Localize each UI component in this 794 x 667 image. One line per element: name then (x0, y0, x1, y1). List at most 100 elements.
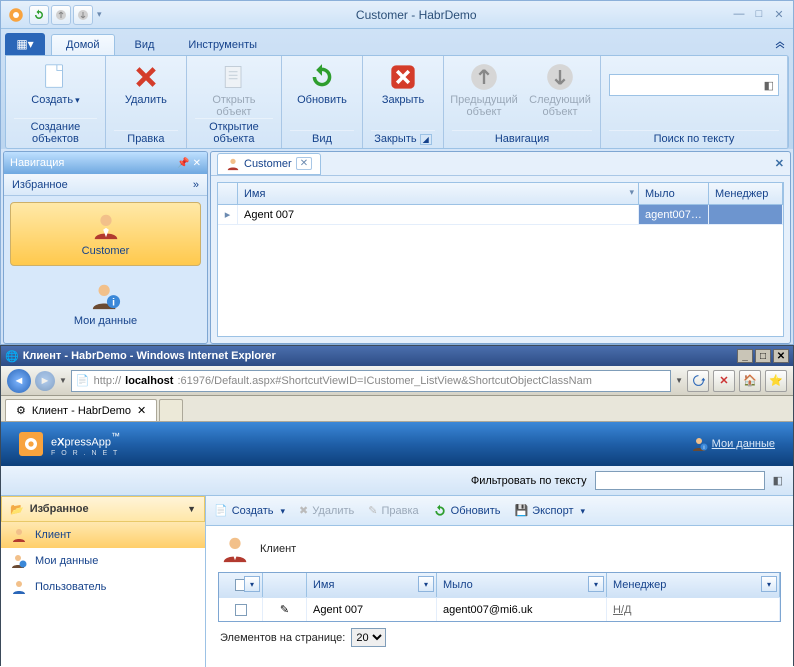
ie-tabstrip: ⚙ Клиент - HabrDemo ✕ (1, 396, 793, 422)
ie-close[interactable]: ✕ (773, 349, 789, 363)
filter-label: Фильтровать по тексту (471, 475, 587, 487)
arrow-down-icon (545, 62, 575, 92)
wcell-mail[interactable]: agent007@mi6.uk (437, 598, 607, 621)
web-page: eXpressApp™ F O R . N E T i Мои данные Ф… (1, 422, 793, 667)
next-object-button[interactable]: Следующий объект (528, 60, 592, 118)
pencil-grey-icon: ✎ (368, 504, 377, 517)
delete-x-icon (131, 62, 161, 92)
ie-address-input[interactable]: 📄 http://localhost:61976/Default.aspx#Sh… (71, 370, 671, 392)
ie-refresh[interactable] (687, 370, 709, 392)
person-info-small-icon (11, 553, 27, 569)
prev-object-button[interactable]: Предыдущий объект (452, 60, 516, 118)
window-title: Customer - HabrDemo (102, 8, 731, 22)
cell-mail[interactable]: agent007… (639, 205, 709, 224)
wcol-check[interactable]: ▾ (219, 573, 263, 597)
web-grid-row[interactable]: ✎ Agent 007 agent007@mi6.uk Н/Д (219, 597, 780, 621)
refresh-button[interactable]: Обновить (290, 60, 354, 106)
minimize-button[interactable]: — (731, 8, 747, 22)
ie-icon: 🌐 (5, 350, 19, 363)
qat-refresh[interactable] (29, 5, 49, 25)
eraser-icon[interactable]: ◧ (773, 474, 783, 487)
nav-group-favorites[interactable]: Избранное» (4, 174, 207, 196)
ie-minimize[interactable]: _ (737, 349, 753, 363)
nav-item-customer[interactable]: Customer (10, 202, 201, 266)
side-item-client[interactable]: Клиент (1, 522, 205, 548)
mydata-link[interactable]: i Мои данные (692, 436, 775, 452)
wcell-edit[interactable]: ✎ (263, 598, 307, 621)
wcell-manager[interactable]: Н/Д (607, 598, 780, 621)
col-manager[interactable]: Менеджер (709, 183, 783, 204)
web-header: eXpressApp™ F O R . N E T i Мои данные (1, 422, 793, 466)
ribbon-collapse[interactable] (771, 37, 789, 55)
ie-titlebar: 🌐 Клиент - HabrDemo - Windows Internet E… (1, 346, 793, 366)
web-edit-button[interactable]: ✎Правка (368, 504, 418, 517)
side-item-mydata[interactable]: Мои данные (1, 548, 205, 574)
ie-maximize[interactable]: □ (755, 349, 771, 363)
ie-new-tab[interactable] (159, 399, 183, 421)
ribbon: ▦▾ Домой Вид Инструменты Создать Создани… (1, 29, 793, 149)
side-item-user[interactable]: Пользователь (1, 574, 205, 600)
ribbon-tab-tools[interactable]: Инструменты (174, 35, 271, 55)
x-grey-icon: ✖ (299, 504, 308, 517)
ribbon-search-input[interactable]: ◧ (609, 74, 779, 96)
row-indicator: ▸ (218, 205, 238, 224)
nav-item-mydata[interactable]: i Мои данные (10, 272, 201, 336)
svg-text:i: i (112, 297, 115, 308)
cell-manager[interactable] (709, 205, 783, 224)
ie-home[interactable]: 🏠 (739, 370, 761, 392)
app-menu-button[interactable]: ▦▾ (5, 33, 45, 55)
ribbon-group-open: Открыть объект Открытие объекта (187, 56, 282, 148)
ribbon-tab-home[interactable]: Домой (51, 34, 115, 55)
grid-row[interactable]: ▸ Agent 007 agent007… (218, 205, 783, 225)
col-name[interactable]: Имя▾ (238, 183, 639, 204)
close-record-button[interactable]: Закрыть (371, 60, 435, 106)
qat-next[interactable] (73, 5, 93, 25)
ie-favorites[interactable]: ⭐ (765, 370, 787, 392)
web-export-button[interactable]: 💾Экспорт (514, 504, 585, 517)
doc-tab-customer[interactable]: Customer ✕ (217, 153, 321, 175)
delete-button[interactable]: Удалить (114, 60, 178, 106)
open-object-button[interactable]: Открыть объект (202, 60, 266, 118)
ribbon-group-edit: Удалить Правка (106, 56, 187, 148)
eraser-icon[interactable]: ◧ (764, 79, 774, 92)
cell-name[interactable]: Agent 007 (238, 205, 639, 224)
person-blue-icon (11, 579, 27, 595)
wcell-name[interactable]: Agent 007 (307, 598, 437, 621)
wcol-edit (263, 573, 307, 597)
wcell-check[interactable] (219, 598, 263, 621)
ie-tab-active[interactable]: ⚙ Клиент - HabrDemo ✕ (5, 399, 157, 421)
ie-stop[interactable]: ✕ (713, 370, 735, 392)
ie-tab-close[interactable]: ✕ (137, 404, 146, 417)
web-refresh-button[interactable]: Обновить (433, 504, 501, 518)
close-button[interactable]: ✕ (771, 8, 787, 22)
side-group-favorites[interactable]: 📂 Избранное ▼ (1, 496, 205, 522)
new-document-icon (40, 62, 70, 92)
ribbon-tab-view[interactable]: Вид (121, 35, 169, 55)
web-sidebar: 📂 Избранное ▼ Клиент Мои данные Пользова… (1, 496, 206, 667)
page-size-select[interactable]: 20 (351, 628, 386, 647)
web-grid: ▾ Имя▾ Мыло▾ Менеджер▾ ✎ Agent 007 agent… (218, 572, 781, 622)
ie-back-button[interactable]: ◄ (7, 369, 31, 393)
nav-panel: Навигация 📌 ✕ Избранное» Customer i Мои … (3, 151, 208, 344)
create-button[interactable]: Создать (23, 60, 87, 106)
filter-bar: Фильтровать по тексту ◧ (1, 466, 793, 496)
wcol-name[interactable]: Имя▾ (307, 573, 437, 597)
person-suit-small-icon (11, 527, 27, 543)
web-create-button[interactable]: 📄Создать (214, 504, 285, 517)
col-mail[interactable]: Мыло (639, 183, 709, 204)
web-main: 📄Создать ✖Удалить ✎Правка Обновить 💾Эксп… (206, 496, 793, 667)
close-red-icon (388, 62, 418, 92)
person-info-small-icon: i (692, 436, 708, 452)
ribbon-group-close: Закрыть Закрыть◢ (363, 56, 444, 148)
ie-forward-button[interactable]: ► (35, 371, 55, 391)
maximize-button[interactable]: □ (751, 8, 767, 22)
web-delete-button[interactable]: ✖Удалить (299, 504, 354, 517)
page-heading: Клиент (206, 526, 793, 572)
close-all-tabs[interactable]: ✕ (775, 157, 784, 170)
wcol-mail[interactable]: Мыло▾ (437, 573, 607, 597)
wcol-manager[interactable]: Менеджер▾ (607, 573, 780, 597)
tab-close-icon[interactable]: ✕ (296, 157, 312, 170)
pin-icon[interactable]: 📌 ✕ (177, 158, 201, 169)
qat-prev[interactable] (51, 5, 71, 25)
filter-input[interactable] (595, 471, 765, 490)
